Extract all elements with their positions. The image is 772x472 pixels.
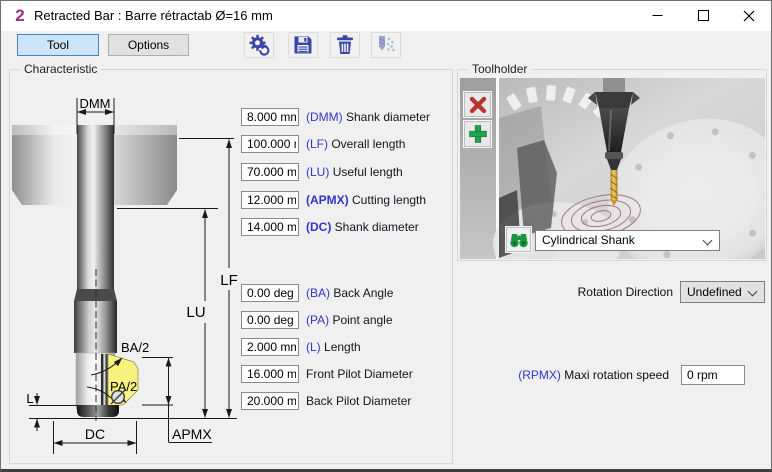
save-icon — [291, 33, 315, 57]
shank-diameter-dmm-input[interactable] — [241, 108, 299, 126]
length-l-input[interactable] — [241, 338, 299, 356]
chevron-down-icon — [748, 287, 758, 297]
close-icon — [743, 10, 755, 22]
add-toolholder-button[interactable] — [464, 121, 491, 147]
tab-tool[interactable]: Tool — [17, 34, 99, 56]
tab-options[interactable]: Options — [108, 34, 189, 56]
gears-refresh-icon — [247, 33, 271, 57]
rotation-direction-label: Rotation Direction — [521, 281, 673, 303]
lu-dimension-label: LU — [186, 304, 205, 321]
dc-dimension-label: DC — [85, 426, 105, 442]
toolholder-legend: Toolholder — [468, 62, 531, 76]
lf-dimension-label: LF — [220, 272, 238, 289]
tool-definition-dialog: 2 Retracted Bar : Barre rétractab Ø=16 m… — [0, 0, 772, 472]
trash-icon — [333, 33, 357, 57]
maximize-icon — [698, 10, 709, 21]
max-rotation-speed-label: (RPMX) Maxi rotation speed — [481, 365, 669, 385]
cutting-length-apmx-label: (APMX) Cutting length — [306, 191, 426, 209]
shank-type-value: Cylindrical Shank — [542, 233, 635, 247]
back-pilot-diameter-label: Back Pilot Diameter — [306, 392, 411, 410]
save-button[interactable] — [288, 32, 318, 58]
green-plus-icon — [467, 123, 489, 145]
pa2-dimension-label: PA/2 — [110, 379, 137, 394]
overall-length-lf-input[interactable] — [241, 135, 299, 153]
tool-diagram: DMM LF LU BA/2 PA/2 L DC APMX — [9, 81, 249, 464]
maximize-button[interactable] — [680, 1, 726, 30]
cutting-length-apmx-input[interactable] — [241, 191, 299, 209]
back-pilot-diameter-input[interactable] — [241, 392, 299, 410]
minimize-icon — [652, 10, 663, 21]
recompute-button[interactable] — [244, 32, 274, 58]
browse-toolholder-button[interactable] — [506, 227, 531, 252]
shank-diameter-dc-label: (DC) Shank diameter — [306, 218, 419, 236]
overall-length-lf-label: (LF) Overall length — [306, 135, 405, 153]
characteristic-legend: Characteristic — [20, 62, 101, 76]
useful-length-lu-input[interactable] — [241, 163, 299, 181]
length-l-label: (L) Length — [306, 338, 361, 356]
red-x-icon — [467, 94, 489, 116]
rotation-direction-value: Undefined — [687, 285, 742, 299]
l-dimension-label: L — [26, 391, 33, 406]
dmm-dimension-label: DMM — [79, 96, 110, 111]
useful-length-lu-label: (LU) Useful length — [306, 163, 403, 181]
back-angle-ba-input[interactable] — [241, 284, 299, 302]
back-angle-ba-label: (BA) Back Angle — [306, 284, 393, 302]
front-pilot-diameter-input[interactable] — [241, 365, 299, 383]
shank-type-select[interactable]: Cylindrical Shank — [535, 230, 720, 251]
chevron-down-icon — [703, 236, 713, 246]
close-button[interactable] — [726, 1, 772, 30]
minimize-button[interactable] — [634, 1, 680, 30]
shank-diameter-dmm-label: (DMM) Shank diameter — [306, 108, 430, 126]
window-titlebar: 2 Retracted Bar : Barre rétractab Ø=16 m… — [1, 1, 771, 31]
max-rotation-speed-input[interactable] — [681, 365, 745, 385]
point-angle-pa-input[interactable] — [241, 311, 299, 329]
point-angle-pa-label: (PA) Point angle — [306, 311, 393, 329]
app-logo-icon: 2 — [10, 4, 30, 28]
drill-chips-icon — [374, 33, 398, 57]
rotation-direction-select[interactable]: Undefined — [680, 281, 765, 303]
delete-button[interactable] — [330, 32, 360, 58]
front-pilot-diameter-label: Front Pilot Diameter — [306, 365, 413, 383]
chip-simulation-button[interactable] — [371, 32, 401, 58]
shank-diameter-dc-input[interactable] — [241, 218, 299, 236]
remove-toolholder-button[interactable] — [464, 92, 491, 117]
window-title: Retracted Bar : Barre rétractab Ø=16 mm — [34, 1, 273, 31]
apmx-dimension-label: APMX — [172, 426, 212, 442]
ba2-dimension-label: BA/2 — [121, 340, 149, 355]
binoculars-icon — [509, 232, 529, 248]
